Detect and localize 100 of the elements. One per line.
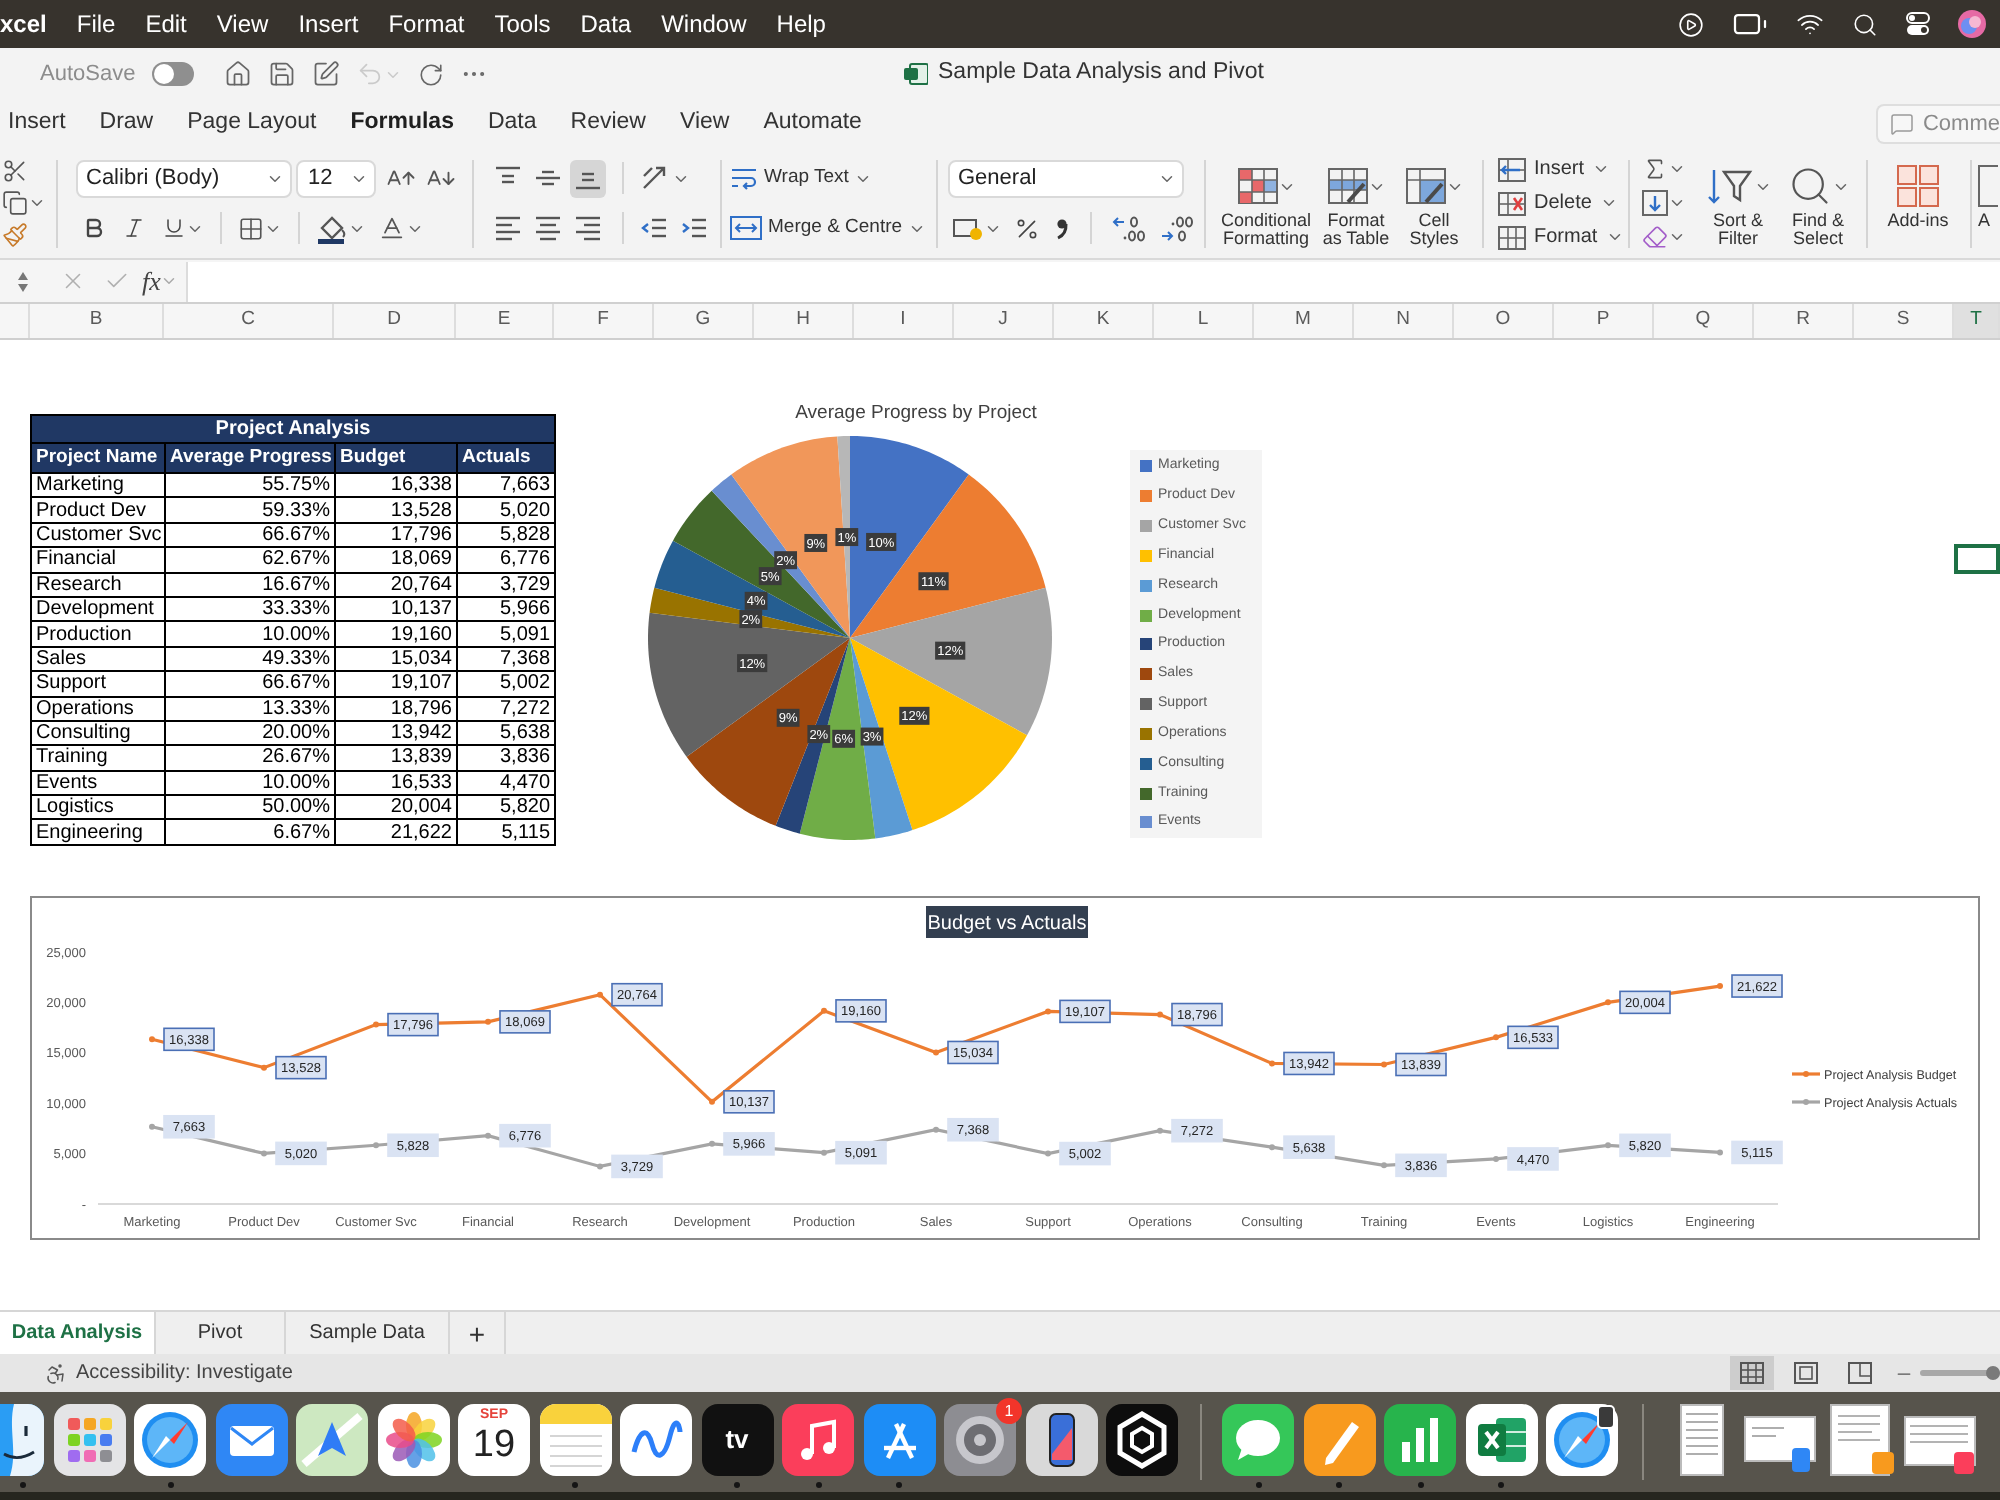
find-select-button[interactable]: Find & Select: [1778, 164, 1858, 248]
percent-icon[interactable]: [1014, 215, 1040, 241]
zoom-slider[interactable]: [1920, 1370, 2000, 1376]
ribbon-tab[interactable]: View: [679, 106, 730, 142]
insert-function-button[interactable]: fx: [142, 267, 161, 295]
view-button[interactable]: [1730, 1356, 1774, 1390]
merge-icon[interactable]: [730, 216, 762, 240]
column-header[interactable]: O: [1454, 304, 1554, 338]
menu-item[interactable]: Edit: [145, 6, 187, 42]
menu-item[interactable]: File: [76, 6, 116, 42]
column-header[interactable]: J: [954, 304, 1054, 338]
bar-chart-icon[interactable]: [1384, 1404, 1456, 1476]
finder-icon[interactable]: [0, 1404, 44, 1476]
styles-button[interactable]: Format as Table: [1318, 164, 1394, 248]
ribbon-tab[interactable]: Data: [487, 106, 537, 142]
search-icon[interactable]: [1852, 11, 1878, 37]
sheet-tab[interactable]: Data Analysis: [0, 1312, 156, 1354]
column-header[interactable]: I: [854, 304, 954, 338]
fill-color-icon[interactable]: [316, 212, 348, 244]
column-header[interactable]: B: [30, 304, 164, 338]
accessibility-status[interactable]: Accessibility: Investigate: [76, 1358, 293, 1388]
ribbon-tab[interactable]: Formulas: [350, 106, 454, 142]
music-note-icon[interactable]: [782, 1404, 854, 1476]
text-orientation-icon[interactable]: [640, 164, 668, 192]
format-cells-icon[interactable]: [1498, 225, 1526, 249]
cut-off-button[interactable]: A: [1978, 148, 1998, 258]
page-layout-icon[interactable]: [1794, 1362, 1818, 1384]
ribbon-tab[interactable]: Insert: [8, 106, 66, 142]
column-header[interactable]: R: [1754, 304, 1854, 338]
active-cell[interactable]: [1954, 544, 2000, 574]
grid-icon[interactable]: [1895, 164, 1940, 208]
cells-menu-button[interactable]: Delete: [1498, 188, 1618, 218]
eraser-icon[interactable]: [1642, 224, 1668, 250]
normal-view-icon[interactable]: [1740, 1362, 1764, 1384]
ribbon-tab[interactable]: Draw: [99, 106, 154, 142]
accounting-icon[interactable]: [952, 214, 984, 242]
paintbrush-icon[interactable]: [2, 222, 28, 248]
font-size-dropdown[interactable]: 12: [296, 159, 376, 197]
wrap-text-button[interactable]: Wrap Text: [730, 159, 934, 197]
ribbon-tab[interactable]: Review: [570, 106, 646, 142]
insert-cells-icon[interactable]: [1498, 157, 1526, 181]
save-icon[interactable]: [267, 60, 296, 88]
save-as-icon[interactable]: [311, 60, 340, 88]
flower-icon[interactable]: [377, 1404, 449, 1476]
column-header[interactable]: Q: [1654, 304, 1754, 338]
scissors-icon[interactable]: [2, 158, 28, 184]
squiggle-icon[interactable]: [620, 1404, 692, 1476]
merge-button[interactable]: Merge & Centre: [730, 209, 934, 247]
number-format-dropdown[interactable]: General: [948, 159, 1184, 197]
menu-item[interactable]: Format: [388, 6, 465, 42]
stepper-icon[interactable]: [16, 269, 30, 293]
column-header[interactable]: P: [1554, 304, 1654, 338]
column-header[interactable]: F: [554, 304, 654, 338]
wrap-text-icon[interactable]: [730, 164, 758, 192]
column-header[interactable]: T: [1954, 304, 2000, 338]
copy-icon[interactable]: [2, 190, 28, 216]
assistant-icon[interactable]: [1958, 10, 1986, 38]
table-brush-icon[interactable]: [1327, 168, 1367, 204]
menu-item[interactable]: Window: [661, 6, 747, 42]
control-center-icon[interactable]: [1906, 12, 1930, 36]
search-icon[interactable]: [1787, 164, 1831, 208]
menu-item[interactable]: Help: [776, 6, 826, 42]
tv-icon[interactable]: tv: [701, 1404, 773, 1476]
pen-icon[interactable]: [1303, 1404, 1375, 1476]
column-header[interactable]: D: [334, 304, 456, 338]
comma-style-icon[interactable]: [1054, 216, 1070, 240]
decrease-indent-icon[interactable]: [640, 214, 668, 242]
column-header[interactable]: G: [654, 304, 754, 338]
column-header[interactable]: C: [164, 304, 334, 338]
caret-icon[interactable]: [28, 194, 46, 212]
funnel-icon[interactable]: [1705, 164, 1753, 208]
sum-icon[interactable]: [1642, 156, 1668, 182]
column-header[interactable]: L: [1154, 304, 1254, 338]
compass-icon[interactable]: [1546, 1404, 1618, 1476]
menu-item[interactable]: Tools: [494, 6, 551, 42]
align-right-icon[interactable]: [574, 214, 602, 242]
ribbon-tab[interactable]: Page Layout: [187, 106, 317, 142]
app-store-icon[interactable]: [863, 1404, 935, 1476]
borders-icon[interactable]: [238, 215, 264, 241]
column-header[interactable]: H: [754, 304, 854, 338]
underline-icon[interactable]: [162, 216, 186, 240]
document-thumbnail[interactable]: [1680, 1404, 1724, 1476]
menu-item[interactable]: Insert: [298, 6, 359, 42]
app-menu[interactable]: xcel: [0, 6, 47, 42]
align-center-icon[interactable]: [534, 214, 562, 242]
font-color-icon[interactable]: [378, 214, 406, 242]
document-thumbnail[interactable]: [1824, 1404, 1896, 1476]
increase-decimal-icon[interactable]: [1112, 215, 1146, 241]
cells-menu-button[interactable]: Insert: [1498, 154, 1618, 184]
page-break-icon[interactable]: [1848, 1362, 1872, 1384]
formula-input[interactable]: [186, 261, 2000, 301]
play-icon[interactable]: [1678, 11, 1704, 37]
align-left-icon[interactable]: [494, 214, 522, 242]
styles-button[interactable]: Cell Styles: [1398, 164, 1470, 248]
sort-filter-button[interactable]: Sort & Filter: [1698, 164, 1778, 248]
increase-indent-icon[interactable]: [680, 214, 708, 242]
add-ins-button[interactable]: Add-ins: [1887, 164, 1949, 258]
italic-icon[interactable]: [122, 216, 146, 240]
decrease-decimal-icon[interactable]: [1160, 215, 1194, 241]
spreadsheet-icon[interactable]: [1465, 1404, 1537, 1476]
